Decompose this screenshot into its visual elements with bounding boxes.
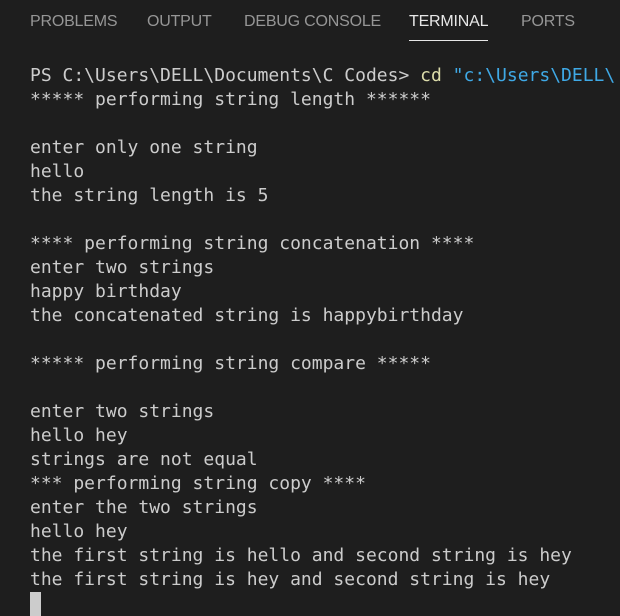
panel-tabs: PROBLEMS OUTPUT DEBUG CONSOLE TERMINAL P… bbox=[0, 0, 620, 46]
terminal-prompt-line: PS C:\Users\DELL\Documents\C Codes> cd "… bbox=[30, 64, 620, 88]
terminal-command: cd bbox=[420, 65, 442, 86]
terminal-line: enter two strings bbox=[30, 257, 215, 278]
terminal-prompt: PS C:\Users\DELL\Documents\C Codes> bbox=[30, 65, 410, 86]
tab-output[interactable]: OUTPUT bbox=[147, 12, 212, 32]
tab-problems[interactable]: PROBLEMS bbox=[30, 12, 118, 32]
terminal-line: the concatenated string is happybirthday bbox=[30, 305, 464, 326]
terminal-output[interactable]: PS C:\Users\DELL\Documents\C Codes> cd "… bbox=[30, 64, 620, 616]
tab-terminal-label: TERMINAL bbox=[409, 13, 489, 30]
terminal-line: the string length is 5 bbox=[30, 185, 269, 206]
tab-terminal[interactable]: TERMINAL bbox=[409, 12, 489, 41]
terminal-line: hello bbox=[30, 161, 85, 182]
terminal-line: enter the two strings bbox=[30, 497, 258, 518]
tab-debug-console[interactable]: DEBUG CONSOLE bbox=[244, 12, 381, 32]
terminal-line: the first string is hello and second str… bbox=[30, 545, 572, 566]
active-tab-indicator bbox=[409, 40, 489, 41]
terminal-line: enter only one string bbox=[30, 137, 258, 158]
terminal-line: enter two strings bbox=[30, 401, 215, 422]
terminal-line: ***** performing string length ****** bbox=[30, 89, 431, 110]
terminal-line: *** performing string copy **** bbox=[30, 473, 366, 494]
terminal-line: **** performing string concatenation ***… bbox=[30, 233, 475, 254]
terminal-line: strings are not equal bbox=[30, 449, 258, 470]
terminal-line: ***** performing string compare ***** bbox=[30, 353, 431, 374]
terminal-line: happy birthday bbox=[30, 281, 182, 302]
terminal-line: hello hey bbox=[30, 425, 128, 446]
tab-ports[interactable]: PORTS bbox=[521, 12, 575, 32]
terminal-cursor bbox=[30, 592, 41, 616]
terminal-line: hello hey bbox=[30, 521, 128, 542]
terminal-line: the first string is hey and second strin… bbox=[30, 569, 551, 590]
terminal-command-argument: "c:\Users\DELL\ bbox=[452, 65, 616, 86]
